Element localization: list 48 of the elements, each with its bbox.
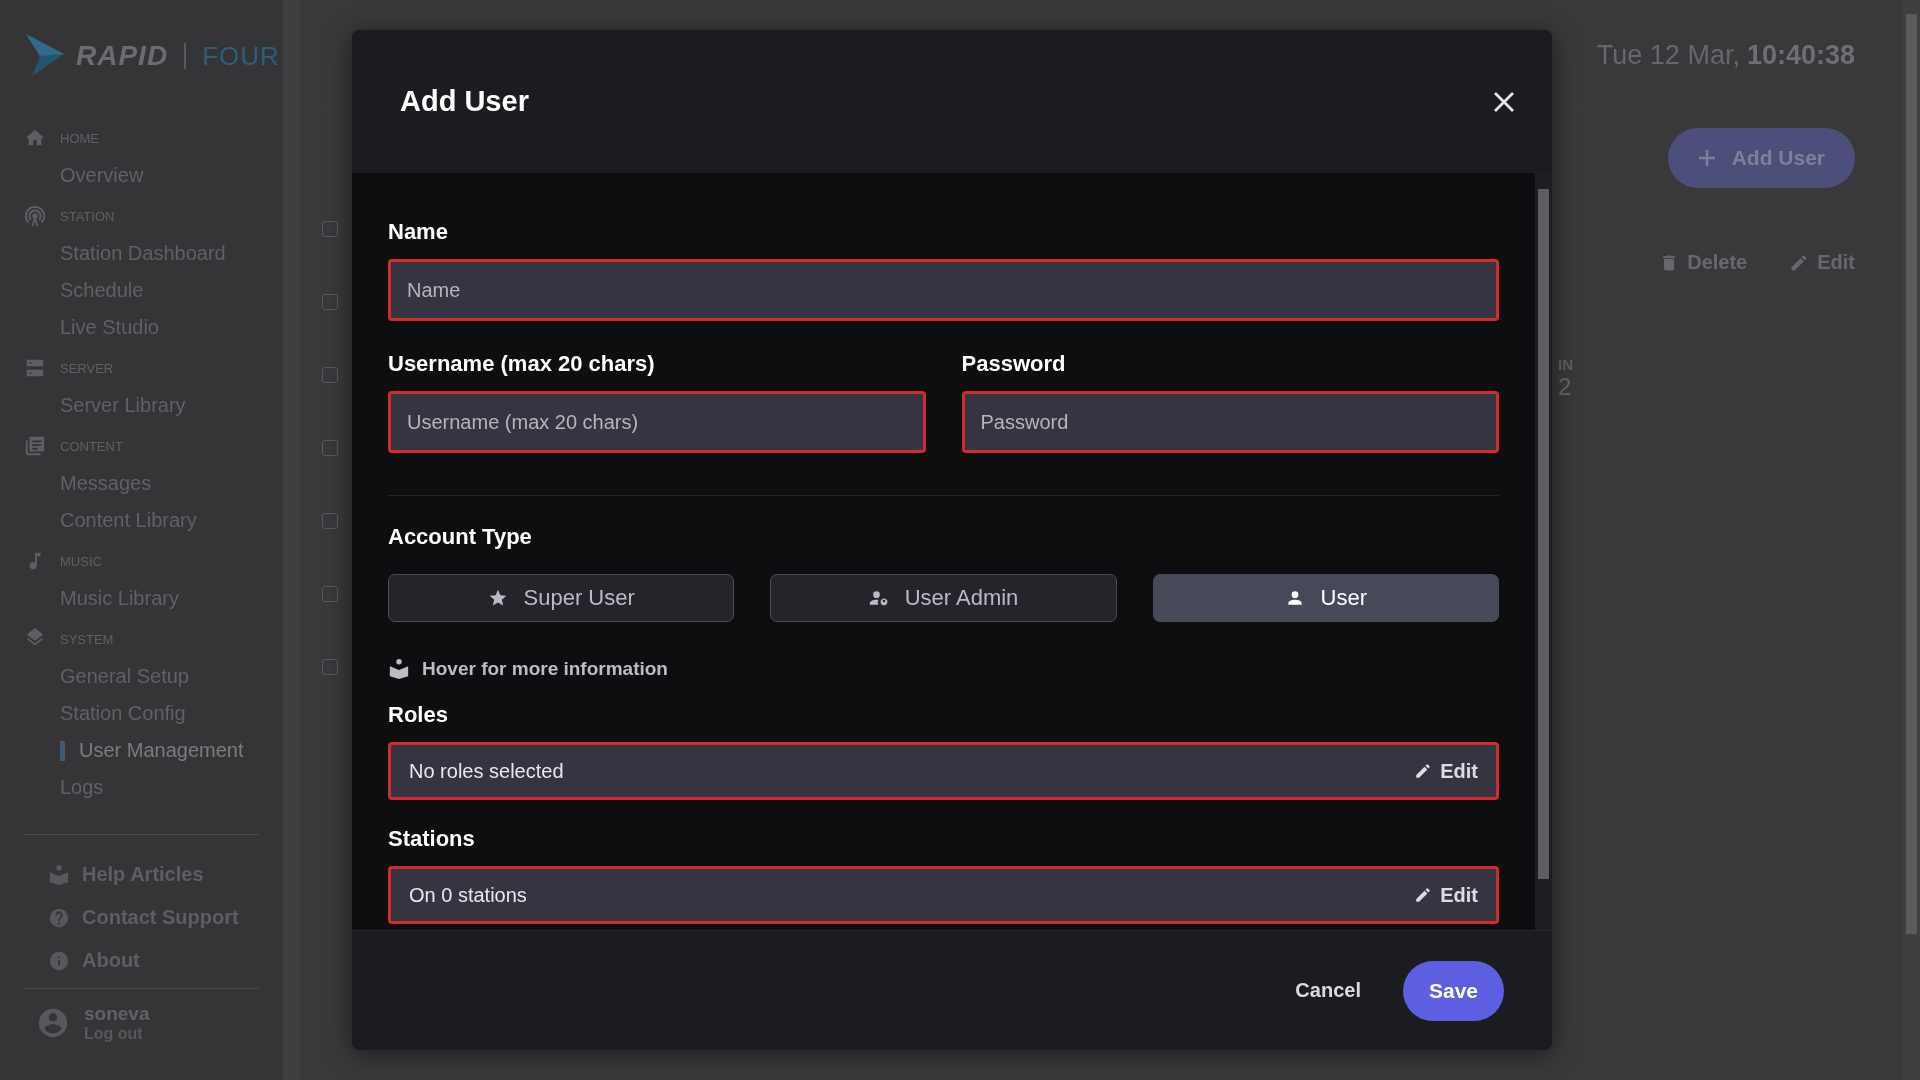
input-field[interactable]: Password xyxy=(961,391,1499,453)
pencil-icon xyxy=(1414,886,1433,904)
clock-time: 10:40:38 xyxy=(1746,39,1855,71)
plus-icon xyxy=(1697,149,1716,167)
field-label: Username (max 20 chars) xyxy=(388,351,656,377)
row-checkbox[interactable] xyxy=(322,367,338,383)
user-gear-icon xyxy=(868,588,889,608)
dialog-title: Add User xyxy=(400,85,529,118)
scrollbar[interactable] xyxy=(1903,0,1920,1080)
input-field[interactable]: Name xyxy=(388,259,1499,321)
row-checkbox[interactable] xyxy=(322,659,338,675)
account-type-option[interactable]: Super User xyxy=(388,574,735,622)
close-icon xyxy=(1492,89,1516,114)
nav-item[interactable]: User Management xyxy=(79,732,244,769)
row-checkbox[interactable] xyxy=(322,513,338,529)
scrollbar[interactable] xyxy=(1535,173,1552,930)
account-icon xyxy=(36,1006,70,1040)
product-name: FOUR xyxy=(202,40,280,72)
antenna-icon xyxy=(24,205,46,227)
edit-button[interactable]: Edit xyxy=(1414,883,1478,907)
pencil-icon xyxy=(1414,762,1433,780)
row-checkbox[interactable] xyxy=(322,586,338,602)
selection-field[interactable]: No roles selected Edit xyxy=(388,742,1499,800)
account-type-option[interactable]: User xyxy=(1152,574,1499,622)
server-icon xyxy=(24,357,46,379)
hint-text[interactable]: Hover for more information xyxy=(422,658,668,680)
info-icon xyxy=(48,949,70,972)
book-person-icon xyxy=(388,658,410,680)
help-icon xyxy=(48,906,70,929)
account-type-option[interactable]: User Admin xyxy=(770,574,1117,622)
field-label: Stations xyxy=(388,826,476,852)
row-checkbox[interactable] xyxy=(322,221,338,237)
field-label: Roles xyxy=(388,702,449,728)
field-label: Name xyxy=(388,219,449,245)
input-field[interactable]: Username (max 20 chars) xyxy=(388,391,926,453)
row-checkbox[interactable] xyxy=(322,440,338,456)
row-checkbox[interactable] xyxy=(322,294,338,310)
document-list-icon xyxy=(24,435,46,457)
scrollbar-thumb[interactable] xyxy=(1538,189,1549,879)
scrollbar-thumb[interactable] xyxy=(1906,14,1917,934)
edit-button[interactable]: Edit xyxy=(1414,759,1478,783)
section-label: Account Type xyxy=(388,524,533,550)
field-label: Password xyxy=(961,351,1067,377)
cancel-button[interactable]: Cancel xyxy=(1283,969,1373,1012)
save-button[interactable]: Save xyxy=(1402,960,1504,1021)
brand-name: RAPID xyxy=(76,40,169,72)
selection-field[interactable]: On 0 stations Edit xyxy=(388,866,1499,924)
book-person-icon xyxy=(48,863,70,886)
